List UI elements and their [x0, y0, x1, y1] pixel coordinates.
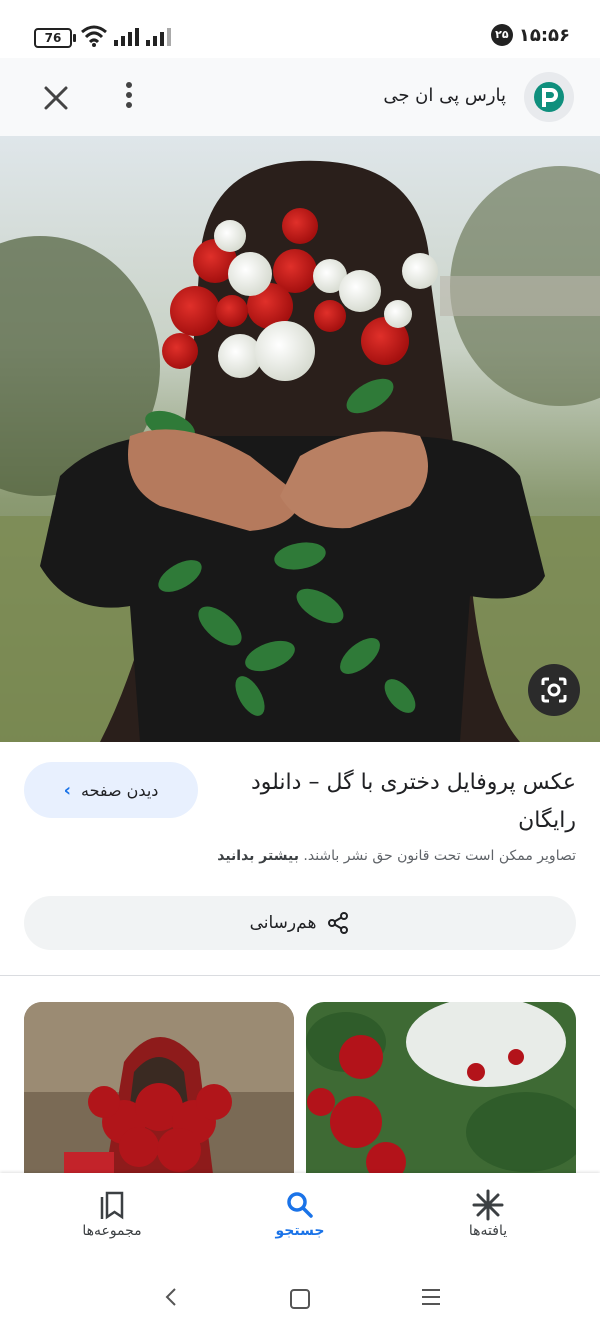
bottom-navigation: مجموعه‌ها جستجو یافته‌ها — [0, 1173, 600, 1265]
chevron-left-icon: ‹ — [63, 779, 71, 801]
copyright-text: تصاویر ممکن است تحت قانون حق نشر باشند. — [303, 848, 576, 864]
status-time: ۲۵ ۱۵:۵۶ — [490, 24, 570, 46]
share-button[interactable]: هم‌رسانی — [24, 896, 576, 950]
bookmarks-icon — [100, 1191, 124, 1220]
nav-discover[interactable]: یافته‌ها — [418, 1187, 558, 1239]
home-icon[interactable] — [290, 1289, 310, 1309]
google-lens-icon[interactable] — [528, 664, 580, 716]
result-image[interactable] — [0, 136, 600, 742]
related-image[interactable] — [24, 1002, 294, 1182]
result-title: عکس پروفایل دختری با گل – دانلود رایگان — [250, 770, 576, 833]
divider — [0, 975, 600, 976]
discover-asterisk-icon — [472, 1189, 504, 1221]
more-options-icon[interactable] — [114, 78, 144, 118]
share-label: هم‌رسانی — [249, 913, 317, 933]
close-icon[interactable] — [36, 78, 76, 118]
wifi-icon — [81, 25, 107, 47]
learn-more-link[interactable]: بیشتر بدانید — [217, 848, 299, 864]
signal-icon — [146, 26, 171, 46]
site-name[interactable]: پارس پی ان جی — [383, 85, 506, 106]
search-icon — [287, 1192, 313, 1218]
notification-badge: ۲۵ — [490, 24, 513, 46]
share-icon — [328, 912, 349, 934]
nav-search-label: جستجو — [275, 1223, 325, 1239]
visit-page-label: دیدن صفحه — [81, 780, 159, 800]
visit-page-button[interactable]: ‹ دیدن صفحه — [24, 762, 198, 818]
nav-collections-label: مجموعه‌ها — [82, 1223, 142, 1239]
related-image[interactable] — [306, 1002, 576, 1182]
back-icon[interactable] — [160, 1285, 184, 1309]
system-navigation — [0, 1265, 600, 1333]
clock: ۱۵:۵۶ — [518, 24, 570, 46]
nav-discover-label: یافته‌ها — [468, 1223, 508, 1239]
viewer-header: پارس پی ان جی — [0, 58, 600, 136]
signal-icon — [114, 26, 139, 46]
recents-icon[interactable] — [422, 1289, 440, 1310]
copyright-notice: تصاویر ممکن است تحت قانون حق نشر باشند. … — [16, 848, 576, 864]
nav-collections[interactable]: مجموعه‌ها — [42, 1187, 182, 1239]
nav-search[interactable]: جستجو — [230, 1187, 370, 1239]
battery-icon: 76 — [34, 28, 76, 48]
parspng-logo-icon[interactable] — [524, 72, 574, 122]
